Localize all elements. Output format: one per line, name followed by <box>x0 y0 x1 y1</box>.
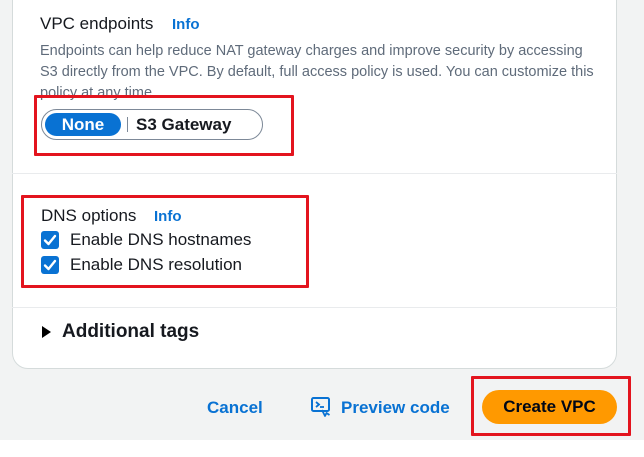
caret-right-icon[interactable] <box>42 326 51 338</box>
preview-code-icon[interactable] <box>310 396 332 418</box>
vpc-endpoints-info-link[interactable]: Info <box>172 16 200 33</box>
highlight-box-dns-options <box>21 195 309 288</box>
preview-code-button[interactable]: Preview code <box>341 398 450 418</box>
vpc-endpoints-label: VPC endpoints <box>40 14 154 33</box>
highlight-box-create-vpc <box>471 376 631 436</box>
section-divider <box>12 307 617 308</box>
section-divider <box>12 173 617 174</box>
additional-tags-toggle[interactable]: Additional tags <box>62 321 199 343</box>
highlight-box-vpc-endpoints <box>34 95 294 156</box>
cancel-button[interactable]: Cancel <box>207 398 263 418</box>
